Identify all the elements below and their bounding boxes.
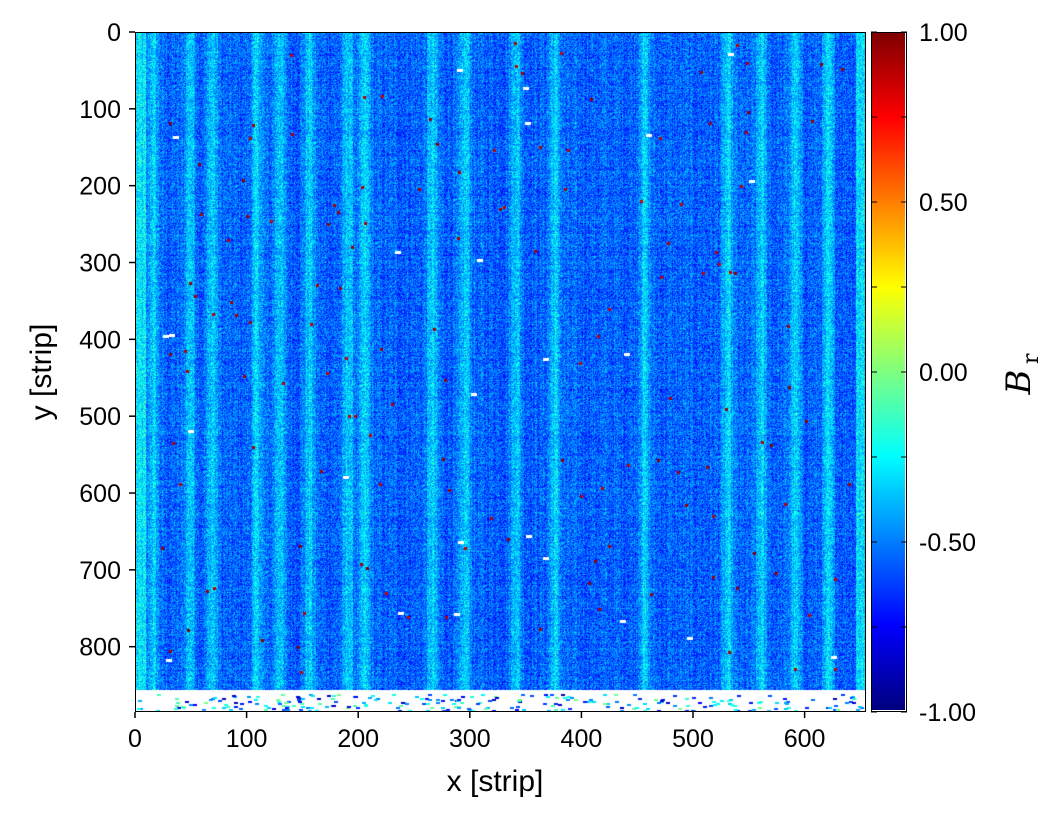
x-tick-label: 100 — [226, 725, 268, 753]
colorbar-title-subscript: r — [1019, 353, 1039, 364]
y-tick-label: 300 — [79, 250, 121, 278]
y-tick-label: 600 — [79, 480, 121, 508]
heatmap-image — [136, 33, 865, 711]
y-tick-label: 100 — [79, 96, 121, 124]
heatmap-plot-area — [135, 32, 866, 712]
y-tick-label: 800 — [79, 634, 121, 662]
x-tick-label: 200 — [337, 725, 379, 753]
x-axis-title: x [strip] — [447, 765, 544, 798]
colorbar-title-main: B — [999, 370, 1039, 396]
colorbar — [871, 32, 907, 712]
colorbar-tick-label: -0.50 — [919, 529, 976, 557]
x-tick-label: 400 — [561, 725, 603, 753]
x-axis-ticks: 0 100 200 300 400 500 600 — [128, 712, 825, 753]
y-tick-label: 500 — [79, 403, 121, 431]
x-tick-label: 0 — [128, 725, 142, 753]
colorbar-tick-label: 0.00 — [919, 359, 968, 387]
x-tick-label: 300 — [449, 725, 491, 753]
y-tick-label: 0 — [107, 19, 121, 47]
x-tick-label: 600 — [784, 725, 826, 753]
colorbar-tick-label: 1.00 — [919, 19, 968, 47]
y-tick-label: 400 — [79, 326, 121, 354]
colorbar-tick-label: 0.50 — [919, 189, 968, 217]
y-tick-label: 200 — [79, 173, 121, 201]
colorbar-tick-label: -1.00 — [919, 699, 976, 727]
y-axis-ticks: 0 100 200 300 400 500 600 700 800 — [79, 19, 135, 662]
y-tick-label: 700 — [79, 557, 121, 585]
x-tick-label: 500 — [672, 725, 714, 753]
colorbar-title: B r — [999, 353, 1039, 396]
y-axis-title: y [strip] — [25, 324, 58, 421]
